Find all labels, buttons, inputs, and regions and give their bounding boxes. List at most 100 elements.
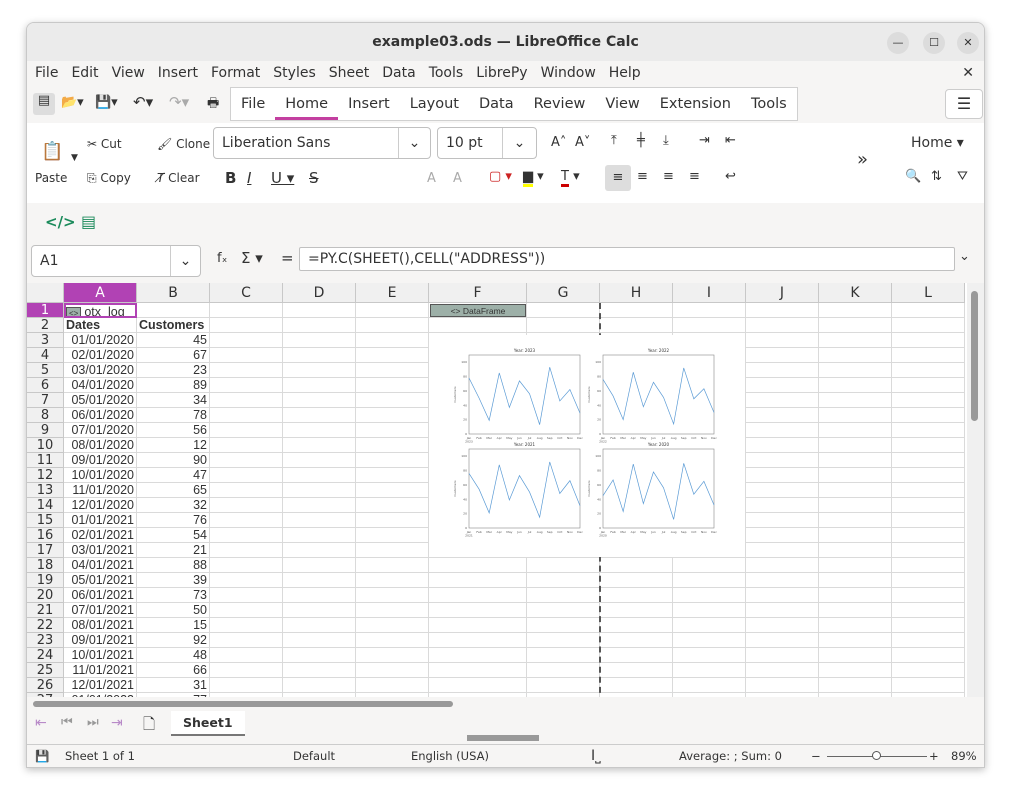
cell[interactable]	[356, 303, 429, 318]
cell[interactable]	[892, 483, 965, 498]
cell[interactable]	[356, 513, 429, 528]
increase-indent-icon[interactable]: ⇥	[699, 133, 710, 148]
cell[interactable]	[356, 678, 429, 693]
cell[interactable]	[356, 468, 429, 483]
cell[interactable]: 73	[137, 588, 210, 603]
cell[interactable]: 09/01/2020	[64, 453, 137, 468]
grow-font-size-icon[interactable]: A˄	[551, 135, 566, 150]
row-header[interactable]: 4	[27, 348, 64, 363]
italic-icon[interactable]: I	[247, 169, 251, 187]
sheet-tab[interactable]: Sheet1	[171, 711, 245, 736]
cell[interactable]: 08/01/2021	[64, 618, 137, 633]
bold-icon[interactable]: B	[225, 169, 236, 187]
cell[interactable]	[892, 618, 965, 633]
cell[interactable]: 05/01/2021	[64, 573, 137, 588]
spreadsheet-grid[interactable]: A B C D E F G H I J K L 1 2 Dates Customers 3 01/01/2020 4…	[27, 283, 967, 697]
more-options-icon[interactable]: »	[857, 149, 868, 170]
row-header[interactable]: 2	[27, 318, 64, 333]
cell[interactable]	[283, 558, 356, 573]
row-header[interactable]: 14	[27, 498, 64, 513]
cell[interactable]	[527, 588, 600, 603]
cell[interactable]	[892, 348, 965, 363]
cell[interactable]	[356, 573, 429, 588]
cell[interactable]	[210, 648, 283, 663]
cell[interactable]	[819, 303, 892, 318]
close-document-icon[interactable]: ✕	[962, 65, 974, 81]
cell[interactable]	[210, 603, 283, 618]
open-icon[interactable]: 📂▾	[61, 95, 84, 110]
cell[interactable]	[892, 513, 965, 528]
cell[interactable]: 65	[137, 483, 210, 498]
cell[interactable]	[210, 393, 283, 408]
cell-a1[interactable]: <> otx_log	[64, 303, 137, 318]
cell[interactable]: 34	[137, 393, 210, 408]
cell[interactable]	[283, 348, 356, 363]
cell[interactable]	[356, 603, 429, 618]
cell[interactable]	[283, 573, 356, 588]
row-header[interactable]: 24	[27, 648, 64, 663]
cell[interactable]	[673, 303, 746, 318]
cell[interactable]	[356, 333, 429, 348]
column-header-E[interactable]: E	[356, 283, 429, 303]
cell[interactable]	[746, 483, 819, 498]
cell[interactable]	[527, 633, 600, 648]
paste-button[interactable]: Paste	[35, 171, 67, 185]
cell[interactable]	[429, 603, 527, 618]
redo-icon[interactable]: ↷▾	[169, 93, 189, 111]
cell[interactable]: 02/01/2021	[64, 528, 137, 543]
cell[interactable]	[600, 558, 673, 573]
cell[interactable]	[356, 498, 429, 513]
cell[interactable]	[673, 678, 746, 693]
cell[interactable]: 11/01/2020	[64, 483, 137, 498]
cell[interactable]	[356, 393, 429, 408]
cell[interactable]	[283, 648, 356, 663]
cell[interactable]: 54	[137, 528, 210, 543]
cell[interactable]: 90	[137, 453, 210, 468]
maximize-icon[interactable]: ☐	[923, 32, 945, 54]
cell[interactable]	[283, 513, 356, 528]
tab-tools[interactable]: Tools	[741, 88, 797, 120]
cell[interactable]	[283, 393, 356, 408]
highlight-color-icon[interactable]: ▆ ▾	[523, 169, 544, 187]
cell[interactable]	[210, 333, 283, 348]
cell[interactable]	[210, 678, 283, 693]
cell[interactable]	[600, 588, 673, 603]
cell[interactable]	[673, 558, 746, 573]
cell[interactable]	[892, 528, 965, 543]
decrease-indent-icon[interactable]: ⇤	[725, 133, 736, 148]
cell[interactable]: 47	[137, 468, 210, 483]
menu-styles[interactable]: Styles	[273, 65, 315, 81]
cell[interactable]	[673, 648, 746, 663]
tab-home[interactable]: Home	[275, 88, 339, 120]
tab-review[interactable]: Review	[524, 88, 596, 120]
cell[interactable]: 67	[137, 348, 210, 363]
cell[interactable]	[600, 318, 673, 333]
column-header-B[interactable]: B	[137, 283, 210, 303]
row-header[interactable]: 25	[27, 663, 64, 678]
cell[interactable]	[210, 468, 283, 483]
cell[interactable]: 66	[137, 663, 210, 678]
corner[interactable]	[27, 283, 64, 303]
find-icon[interactable]: 🔍	[905, 169, 921, 184]
cell[interactable]	[892, 603, 965, 618]
cell[interactable]	[600, 663, 673, 678]
clone-button[interactable]: 🖌 Clone	[157, 137, 210, 151]
cell[interactable]: 08/01/2020	[64, 438, 137, 453]
cell[interactable]: 04/01/2021	[64, 558, 137, 573]
cell[interactable]	[892, 453, 965, 468]
cell[interactable]: 48	[137, 648, 210, 663]
sum-icon[interactable]: Σ ▾	[241, 249, 263, 267]
cell[interactable]	[819, 543, 892, 558]
underline-icon[interactable]: U ▾	[271, 169, 294, 187]
cell[interactable]	[283, 453, 356, 468]
border-icon[interactable]: ▢ ▾	[489, 169, 512, 184]
close-icon[interactable]: ✕	[957, 32, 979, 54]
cell[interactable]	[892, 573, 965, 588]
cell[interactable]	[527, 618, 600, 633]
cell[interactable]	[819, 528, 892, 543]
dataframe-button[interactable]: <> DataFrame	[430, 304, 526, 317]
cell[interactable]	[283, 438, 356, 453]
cell[interactable]	[356, 633, 429, 648]
cell[interactable]	[356, 423, 429, 438]
cell[interactable]	[210, 318, 283, 333]
